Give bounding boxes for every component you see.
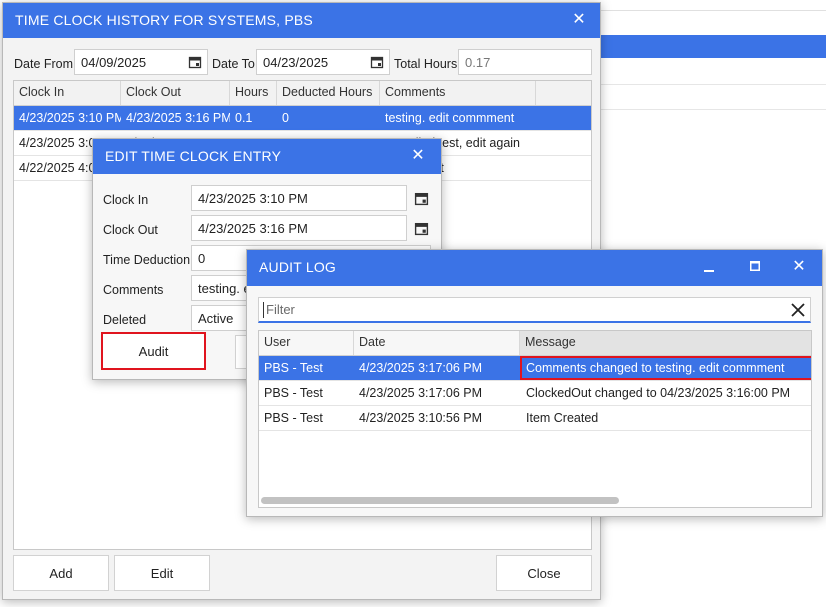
calendar-icon[interactable]: [370, 55, 384, 69]
cell-clock-in: 4/23/2025 3:10 PM: [19, 111, 121, 125]
audit-table: User Date Message PBS - Test 4/23/2025 3…: [258, 330, 812, 508]
dialog-title: EDIT TIME CLOCK ENTRY: [105, 148, 282, 164]
table-header: User Date Message: [259, 331, 811, 356]
clock-out-label: Clock Out: [103, 223, 158, 237]
clock-in-field[interactable]: 4/23/2025 3:10 PM: [191, 185, 407, 211]
calendar-icon[interactable]: [414, 191, 429, 206]
horizontal-scrollbar[interactable]: [261, 497, 619, 504]
deleted-value: Active: [198, 310, 234, 326]
date-to-label: Date To: [212, 57, 255, 71]
filter-input[interactable]: Filter: [258, 297, 811, 323]
close-icon[interactable]: ✕: [788, 256, 810, 278]
background-list-border: [600, 10, 826, 11]
cell-clock-out: 4/23/2025 3:16 PM: [126, 111, 230, 125]
col-clock-out[interactable]: Clock Out: [121, 81, 230, 105]
cell-message: Comments changed to testing. edit commme…: [520, 356, 811, 380]
col-clock-in[interactable]: Clock In: [14, 81, 121, 105]
cell-user: PBS - Test: [264, 386, 323, 400]
calendar-icon[interactable]: [414, 221, 429, 236]
col-date[interactable]: Date: [354, 331, 520, 355]
clock-in-value: 4/23/2025 3:10 PM: [198, 190, 308, 206]
total-hours-label: Total Hours: [394, 57, 458, 71]
audit-button[interactable]: Audit: [101, 332, 206, 370]
window-title: AUDIT LOG: [259, 259, 337, 275]
time-deduction-label: Time Deduction: [103, 253, 191, 267]
total-hours-value: 0.17: [465, 54, 491, 70]
comments-label: Comments: [103, 283, 164, 297]
col-message[interactable]: Message: [520, 331, 811, 355]
clock-out-value: 4/23/2025 3:16 PM: [198, 220, 308, 236]
table-row[interactable]: PBS - Test 4/23/2025 3:17:06 PM Comments…: [259, 356, 811, 381]
cell-message: ClockedOut changed to 04/23/2025 3:16:00…: [526, 386, 791, 400]
audit-log-window: AUDIT LOG ✕ Filter User Date Message PBS…: [246, 249, 823, 517]
table-row[interactable]: PBS - Test 4/23/2025 3:10:56 PM Item Cre…: [259, 406, 811, 431]
add-button[interactable]: Add: [13, 555, 109, 591]
comments-value: testing. e: [198, 280, 251, 296]
cell-deducted: 0: [282, 111, 289, 125]
deleted-label: Deleted: [103, 313, 147, 327]
clock-out-field[interactable]: 4/23/2025 3:16 PM: [191, 215, 407, 241]
cell-date: 4/23/2025 3:10:56 PM: [359, 411, 483, 425]
window-title: TIME CLOCK HISTORY FOR SYSTEMS, PBS: [15, 12, 313, 28]
close-icon[interactable]: ✕: [568, 9, 590, 31]
table-header: Clock In Clock Out Hours Deducted Hours …: [14, 81, 591, 106]
close-button[interactable]: Close: [496, 555, 592, 591]
col-deducted-hours[interactable]: Deducted Hours: [277, 81, 380, 105]
calendar-icon[interactable]: [188, 55, 202, 69]
time-deduction-value: 0: [198, 250, 206, 266]
total-hours-field: 0.17: [458, 49, 592, 75]
date-from-value: 04/09/2025: [81, 54, 147, 70]
filter-placeholder: Filter: [266, 302, 295, 317]
cell-hours: 0.1: [235, 111, 253, 125]
maximize-icon[interactable]: [744, 256, 766, 278]
title-bar: AUDIT LOG ✕: [247, 250, 822, 286]
cell-user: PBS - Test: [264, 361, 323, 375]
col-comments[interactable]: Comments: [380, 81, 536, 105]
title-bar: EDIT TIME CLOCK ENTRY ✕: [93, 139, 441, 174]
background-row-divider: [600, 84, 826, 85]
col-user[interactable]: User: [259, 331, 354, 355]
clock-in-label: Clock In: [103, 193, 149, 207]
minimize-icon[interactable]: [698, 256, 720, 278]
table-row[interactable]: PBS - Test 4/23/2025 3:17:06 PM ClockedO…: [259, 381, 811, 406]
title-bar: TIME CLOCK HISTORY FOR SYSTEMS, PBS ✕: [3, 3, 600, 38]
cell-comments: testing. edit commment: [385, 111, 515, 125]
cell-date: 4/23/2025 3:17:06 PM: [359, 361, 483, 375]
cell-user: PBS - Test: [264, 411, 323, 425]
date-to-value: 04/23/2025: [263, 54, 329, 70]
cell-message: Item Created: [526, 411, 599, 425]
cell-date: 4/23/2025 3:17:06 PM: [359, 386, 483, 400]
edit-button[interactable]: Edit: [114, 555, 210, 591]
date-from-label: Date From: [14, 57, 74, 71]
clear-filter-icon[interactable]: [791, 303, 805, 317]
close-icon[interactable]: ✕: [407, 145, 429, 167]
col-hours[interactable]: Hours: [230, 81, 277, 105]
background-selected-row: [600, 35, 826, 58]
background-row-divider: [600, 109, 826, 110]
table-row[interactable]: 4/23/2025 3:10 PM 4/23/2025 3:16 PM 0.1 …: [14, 106, 591, 131]
